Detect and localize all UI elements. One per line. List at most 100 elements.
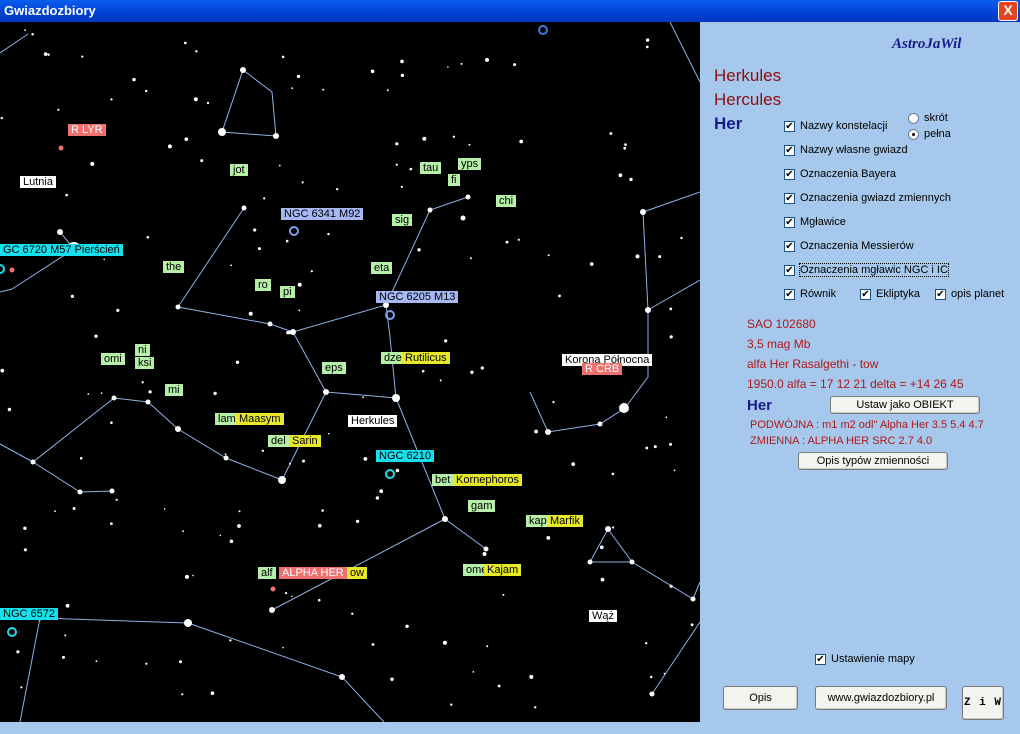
faint-star (65, 603, 70, 608)
map-label[interactable]: Sarin (289, 435, 321, 447)
faint-star (395, 142, 399, 146)
star-map[interactable]: R LYR Lutnia GC 6720 M57 Pierścień jot tau yp… (0, 22, 700, 722)
checkbox-label: Ekliptyka (876, 288, 921, 300)
map-label[interactable]: Kajam (484, 564, 522, 576)
map-label[interactable]: ro (255, 279, 271, 291)
faint-star (317, 598, 321, 602)
checkbox-nebulae[interactable]: ✔ Mgławice (784, 216, 846, 228)
checkbox-equator-box[interactable]: ✔ (784, 288, 795, 300)
radio-full[interactable]: pełna (908, 128, 951, 140)
map-label[interactable]: pi (280, 286, 295, 298)
map-label[interactable]: omi (101, 353, 125, 365)
nebula-marker[interactable] (0, 264, 5, 274)
set-object-button[interactable]: Ustaw jako OBIEKT (830, 396, 980, 414)
radio-short[interactable]: skrót (908, 112, 948, 124)
checkbox-variable-stars[interactable]: ✔ Oznaczenia gwiazd zmiennych (784, 192, 951, 204)
map-label[interactable]: Wąż (589, 610, 617, 622)
map-label[interactable]: chi (496, 195, 517, 207)
nebula-marker[interactable] (289, 226, 299, 236)
radio-short-label: skrót (924, 112, 948, 124)
star (273, 133, 279, 139)
checkbox-constellation-names[interactable]: ✔ Nazwy konstelacji (784, 120, 887, 132)
map-label[interactable]: Rutilicus (402, 352, 450, 364)
faint-star (145, 89, 148, 93)
nebula-marker[interactable] (385, 469, 395, 479)
star (587, 559, 593, 565)
map-label[interactable]: NGC 6341 M92 (281, 208, 364, 220)
map-label[interactable]: mi (165, 384, 183, 396)
map-label[interactable]: jot (230, 164, 248, 176)
map-label[interactable]: NGC 6205 M13 (376, 291, 459, 303)
map-label[interactable]: Herkules (348, 415, 398, 427)
map-label[interactable]: the (163, 261, 185, 273)
faint-star (371, 643, 375, 646)
faint-star (116, 308, 120, 312)
faint-star (24, 29, 26, 31)
checkbox-bayer[interactable]: ✔ Oznaczenia Bayera (784, 168, 896, 180)
ziw-button[interactable]: Z i W (962, 686, 1004, 720)
variability-types-button[interactable]: Opis typów zmienności (798, 452, 948, 470)
checkbox-equator[interactable]: ✔ Równik (784, 288, 836, 300)
map-label[interactable]: eta (371, 262, 393, 274)
map-label[interactable]: fi (448, 174, 460, 186)
map-label[interactable]: del (268, 435, 289, 447)
constellation-line (0, 33, 29, 54)
map-label[interactable]: alf (258, 567, 276, 579)
checkbox-nebulae-box[interactable]: ✔ (784, 216, 795, 228)
checkbox-planets-box[interactable]: ✔ (935, 288, 946, 300)
star (442, 516, 448, 522)
map-label[interactable]: Lutnia (20, 176, 56, 188)
map-label[interactable]: ni (135, 344, 150, 356)
checkbox-ecliptic-box[interactable]: ✔ (860, 288, 871, 300)
map-label[interactable]: eps (322, 362, 346, 374)
radio-full-dot[interactable] (908, 128, 919, 140)
map-label[interactable]: gam (468, 500, 496, 512)
map-label[interactable]: ksi (135, 357, 155, 369)
faint-star (284, 592, 288, 595)
map-label[interactable]: R CRB (582, 363, 623, 375)
checkbox-messier-box[interactable]: ✔ (784, 240, 795, 252)
map-label[interactable]: tau (420, 162, 442, 174)
checkbox-variable-stars-box[interactable]: ✔ (784, 192, 795, 204)
faint-star (210, 691, 215, 695)
checkbox-star-names-box[interactable]: ✔ (784, 144, 795, 156)
close-button[interactable]: X (998, 1, 1018, 21)
nebula-marker[interactable] (538, 25, 548, 35)
checkbox-map-setting-box[interactable]: ✔ (815, 653, 826, 665)
faint-star (422, 136, 427, 141)
map-label[interactable]: Marfik (547, 515, 583, 527)
map-label[interactable]: yps (458, 158, 482, 170)
map-label[interactable]: NGC 6572 (0, 608, 58, 620)
map-label[interactable]: ALPHA HER (279, 567, 347, 579)
faint-star (534, 429, 538, 434)
faint-star (298, 309, 301, 312)
checkbox-messier[interactable]: ✔ Oznaczenia Messierów (784, 240, 914, 252)
checkbox-planets[interactable]: ✔ opis planet (935, 288, 1004, 300)
faint-star (310, 270, 313, 273)
nebula-marker[interactable] (7, 627, 17, 637)
checkbox-ecliptic[interactable]: ✔ Ekliptyka (860, 288, 920, 300)
faint-star (54, 510, 56, 512)
map-label[interactable]: R LYR (68, 124, 106, 136)
map-label[interactable]: sig (392, 214, 413, 226)
map-label[interactable]: ow (347, 567, 368, 579)
info-panel: AstroJaWil Herkules Hercules Her skrót p… (700, 22, 1020, 722)
opis-button[interactable]: Opis (723, 686, 798, 710)
map-label[interactable]: Kornephoros (453, 474, 522, 486)
map-label[interactable]: bet (432, 474, 454, 486)
checkbox-constellation-names-box[interactable]: ✔ (784, 120, 795, 132)
star (240, 67, 246, 73)
star (690, 596, 696, 602)
faint-star (296, 74, 301, 79)
checkbox-star-names[interactable]: ✔ Nazwy własne gwiazd (784, 144, 908, 156)
map-label[interactable]: NGC 6210 (376, 450, 434, 462)
map-label[interactable]: GC 6720 M57 Pierścień (0, 244, 123, 256)
checkbox-ngc-ic[interactable]: ✔ Oznaczenia mgławic NGC i IC (784, 263, 949, 277)
checkbox-ngc-ic-box[interactable]: ✔ (784, 264, 795, 276)
checkbox-map-setting[interactable]: ✔ Ustawienie mapy (815, 653, 915, 665)
checkbox-bayer-box[interactable]: ✔ (784, 168, 795, 180)
map-label[interactable]: Maasym (236, 413, 284, 425)
faint-star (64, 634, 67, 637)
radio-short-dot[interactable] (908, 112, 919, 124)
website-button[interactable]: www.gwiazdozbiory.pl (815, 686, 947, 710)
